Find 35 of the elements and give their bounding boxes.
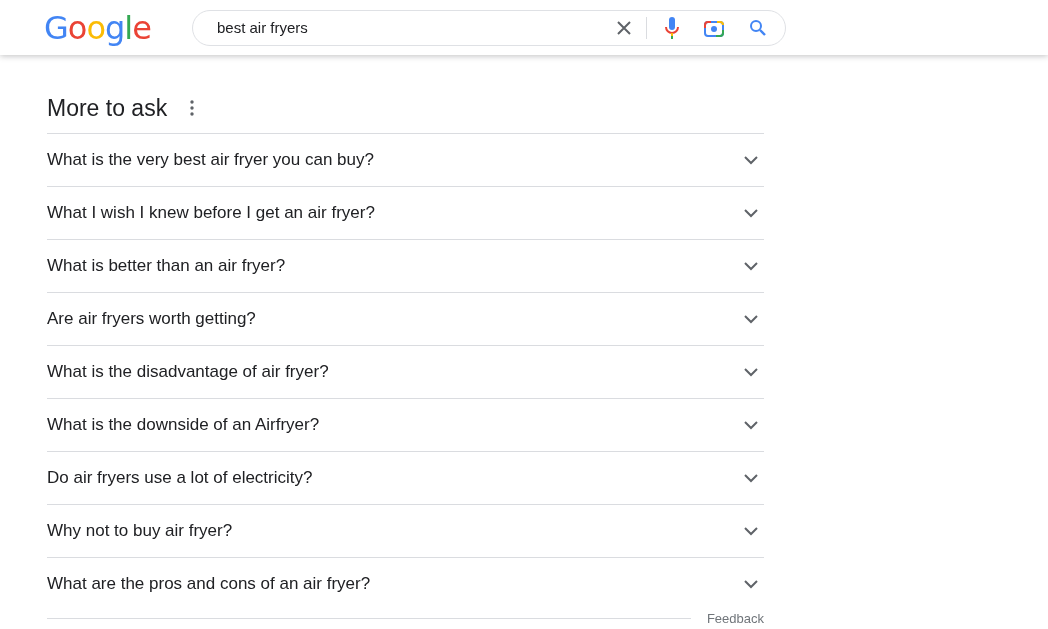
question-text: What I wish I knew before I get an air fryer?	[47, 203, 375, 223]
microphone-icon[interactable]	[665, 16, 679, 39]
more-options-icon[interactable]	[190, 100, 195, 116]
search-field[interactable]: best air fryers	[215, 18, 596, 37]
question-row[interactable]: What are the pros and cons of an air fryer?	[47, 557, 764, 610]
chevron-icon[interactable]	[744, 208, 758, 218]
chevron-icon[interactable]	[744, 314, 758, 324]
search-icon[interactable]	[749, 18, 767, 37]
question-row[interactable]: Are air fryers worth getting?	[47, 292, 764, 345]
question-text: Are air fryers worth getting?	[47, 309, 256, 329]
chevron-icon[interactable]	[744, 367, 758, 377]
chevron-icon[interactable]	[744, 155, 758, 165]
question-text: What is better than an air fryer?	[47, 256, 286, 276]
chevron-icon[interactable]	[744, 579, 758, 589]
chevron-icon[interactable]	[744, 261, 758, 271]
chevron-icon[interactable]	[744, 526, 758, 536]
question-text: What is the very best air fryer you can buy?	[47, 150, 374, 170]
chevron-icon[interactable]	[744, 473, 758, 483]
question-row[interactable]: What is the downside of an Airfryer?	[47, 398, 764, 451]
question-row[interactable]: What is better than an air fryer?	[47, 239, 764, 292]
question-row[interactable]: What I wish I knew before I get an air fryer?	[47, 186, 764, 239]
question-text: What is the downside of an Airfryer?	[47, 415, 320, 435]
question-text: Do air fryers use a lot of electricity?	[47, 468, 313, 488]
chevron-icon[interactable]	[744, 420, 758, 430]
feedback-link[interactable]: Feedback	[706, 610, 764, 626]
question-text: What are the pros and cons of an air fryer?	[47, 574, 371, 594]
question-row[interactable]: Why not to buy air fryer?	[47, 504, 764, 557]
question-row[interactable]: What is the very best air fryer you can buy?	[47, 133, 764, 186]
question-text: Why not to buy air fryer?	[47, 521, 233, 541]
section-title: More to ask	[47, 94, 168, 122]
google-logo[interactable]: Google	[44, 8, 156, 47]
question-row[interactable]: Do air fryers use a lot of electricity?	[47, 451, 764, 504]
question-row[interactable]: What is the disadvantage of air fryer?	[47, 345, 764, 398]
question-text: What is the disadvantage of air fryer?	[47, 362, 329, 382]
close-icon[interactable]	[616, 19, 632, 36]
